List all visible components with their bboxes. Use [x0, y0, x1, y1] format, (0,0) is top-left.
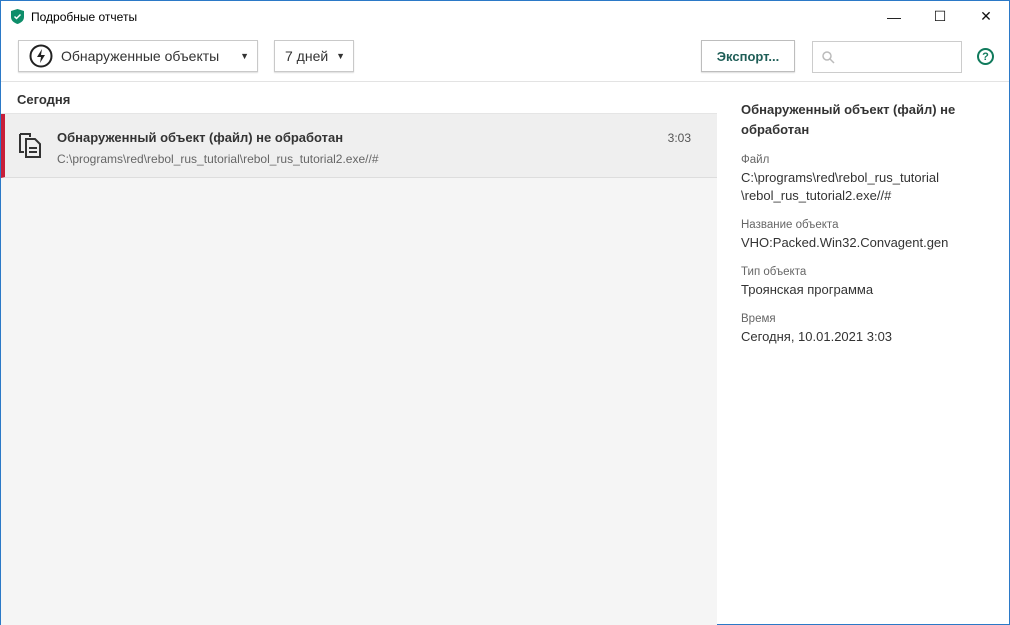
details-title: Обнаруженный объект (файл) не обработан	[741, 102, 956, 137]
file-copy-icon	[19, 133, 41, 158]
maximize-button[interactable]: ☐	[917, 1, 963, 32]
chevron-down-icon: ▼	[336, 51, 345, 61]
field-label: Тип объекта	[741, 266, 807, 278]
item-title: Обнаруженный объект (файл) не обработан	[57, 130, 344, 145]
period-label: 7 дней	[285, 48, 329, 64]
item-time: 3:03	[667, 131, 691, 145]
field-value: Сегодня, 10.01.2021 3:03	[741, 329, 893, 344]
kaspersky-shield-icon	[11, 9, 24, 24]
title-bar: Подробные отчеты — ☐ ✕	[1, 1, 1009, 32]
toolbar: Обнаруженные объекты ▼ 7 дней ▼ Экспорт.…	[1, 32, 1009, 82]
search-input[interactable]	[812, 41, 962, 73]
help-button[interactable]: ?	[977, 48, 994, 65]
field-value: C:\programs\red\rebol_rus_tutorial \rebo…	[741, 170, 939, 203]
field-value: VHO:Packed.Win32.Convagent.gen	[741, 235, 949, 250]
export-button[interactable]: Экспорт...	[701, 40, 795, 72]
category-label: Обнаруженные объекты	[61, 48, 220, 64]
category-dropdown[interactable]: Обнаруженные объекты ▼	[18, 40, 258, 72]
item-path: C:\programs\red\rebol_rus_tutorial\rebol…	[57, 152, 379, 166]
field-label: Время	[741, 313, 776, 325]
minimize-button[interactable]: —	[871, 1, 917, 32]
list-item[interactable]: Обнаруженный объект (файл) не обработан …	[1, 114, 717, 178]
field-label: Файл	[741, 154, 770, 166]
lightning-icon	[29, 44, 53, 68]
close-button[interactable]: ✕	[963, 1, 1009, 32]
search-icon	[822, 51, 835, 64]
field-value: Троянская программа	[741, 282, 874, 297]
field-label: Название объекта	[741, 219, 839, 231]
chevron-down-icon: ▼	[240, 51, 249, 61]
report-list: Сегодня Обнаруженный объект (файл) не об…	[1, 83, 717, 625]
details-panel: Обнаруженный объект (файл) не обработан …	[717, 83, 1009, 360]
period-dropdown[interactable]: 7 дней ▼	[274, 40, 354, 72]
section-header-today: Сегодня	[1, 83, 717, 114]
window-title: Подробные отчеты	[31, 9, 138, 24]
